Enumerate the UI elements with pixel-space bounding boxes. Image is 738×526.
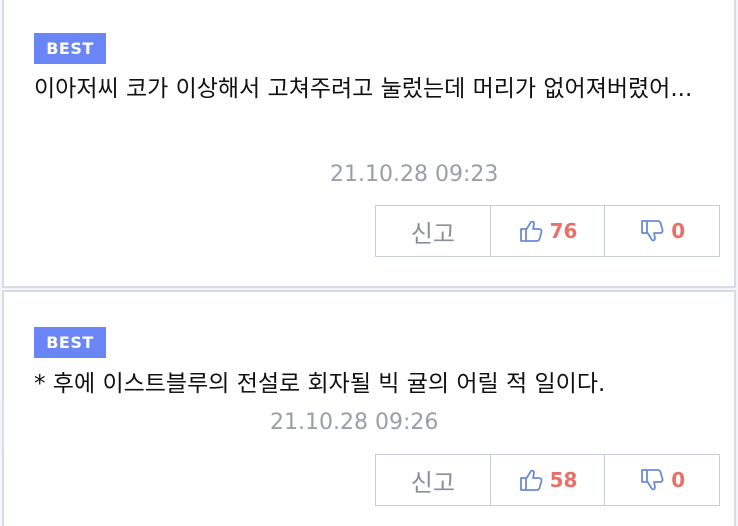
comment-text: 이아저씨 코가 이상해서 고쳐주려고 눌렀는데 머리가 없어져버렸어...: [34, 76, 693, 102]
divider: [734, 292, 736, 526]
thumbs-down-icon: [641, 469, 664, 491]
like-count: 76: [549, 219, 578, 243]
redacted-area: [32, 190, 342, 234]
comment-card: BEST 이아저씨 코가 이상해서 고쳐주려고 눌렀는데 머리가 없어져버렸어.…: [2, 0, 736, 288]
like-button[interactable]: 58: [489, 455, 605, 505]
dislike-button[interactable]: 0: [604, 206, 719, 256]
divider: [2, 0, 4, 286]
dislike-count: 0: [671, 219, 686, 243]
report-label: 신고: [410, 468, 455, 497]
thumbs-down-icon: [641, 220, 664, 242]
comment-card: BEST * 후에 이스트블루의 전설로 회자될 빅 귤의 어릴 적 일이다. …: [2, 290, 736, 526]
dislike-count: 0: [671, 468, 686, 492]
divider: [734, 0, 736, 286]
dislike-button[interactable]: 0: [604, 455, 719, 505]
comment-actions: 신고 58 0: [375, 454, 720, 506]
comment-timestamp: 21.10.28 09:26: [270, 410, 439, 435]
thumbs-up-icon: [519, 220, 543, 242]
report-button[interactable]: 신고: [376, 455, 490, 505]
redacted-area: [22, 440, 342, 486]
divider: [2, 292, 4, 526]
comment-text: * 후에 이스트블루의 전설로 회자될 빅 귤의 어릴 적 일이다.: [34, 371, 606, 397]
thumbs-up-icon: [519, 469, 543, 491]
comment-timestamp: 21.10.28 09:23: [330, 162, 499, 187]
best-badge: BEST: [34, 327, 106, 358]
like-button[interactable]: 76: [489, 206, 605, 256]
best-badge: BEST: [34, 33, 106, 64]
comment-actions: 신고 76 0: [375, 205, 720, 257]
report-label: 신고: [410, 219, 455, 248]
like-count: 58: [549, 468, 578, 492]
report-button[interactable]: 신고: [376, 206, 490, 256]
